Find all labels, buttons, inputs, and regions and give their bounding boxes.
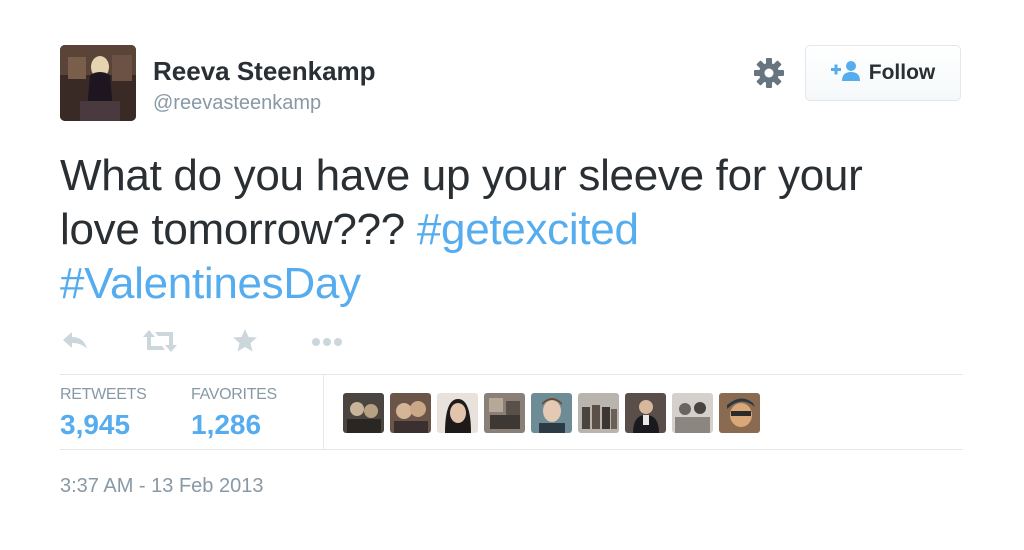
user-handle[interactable]: @reevasteenkamp [153,92,321,115]
tweet-text: What do you have up your sleeve for your… [60,149,960,311]
divider [60,449,963,450]
favoriter-avatar[interactable] [719,393,760,433]
favoriter-avatar[interactable] [484,393,525,433]
gear-icon[interactable] [752,56,786,90]
favorite-star-icon[interactable] [230,326,260,361]
favorites-count: 1,286 [191,409,262,440]
profile-avatar[interactable] [60,45,136,121]
favoriters-avatars [343,393,760,433]
favoriter-avatar[interactable] [625,393,666,433]
more-dots-icon[interactable] [310,326,344,361]
add-person-icon [830,60,861,87]
favoriter-avatar[interactable] [672,393,713,433]
favoriter-avatar[interactable] [390,393,431,433]
retweets-count: 3,945 [60,409,131,440]
hashtag-link[interactable]: #ValentinesDay [60,259,361,308]
favoriter-avatar[interactable] [531,393,572,433]
follow-button[interactable]: Follow [805,45,961,101]
favorites-label: FAVORITES [191,386,277,403]
tweet-text-line-1: What do you have up your sleeve for your [60,151,863,200]
retweet-icon[interactable] [142,326,178,361]
favoriter-avatar[interactable] [437,393,478,433]
display-name[interactable]: Reeva Steenkamp [153,56,376,87]
hashtag-link[interactable]: #getexcited [417,205,639,254]
reply-icon[interactable] [60,326,90,361]
retweets-stat[interactable]: RETWEETS 3,945 [60,386,147,441]
tweet-timestamp[interactable]: 3:37 AM - 13 Feb 2013 [60,475,263,498]
follow-button-label: Follow [868,61,936,84]
favoriter-avatar[interactable] [343,393,384,433]
favorites-stat[interactable]: FAVORITES 1,286 [191,386,277,441]
favoriter-avatar[interactable] [578,393,619,433]
tweet-text-line-2: love tomorrow??? [60,205,417,254]
divider [60,374,963,375]
retweets-label: RETWEETS [60,386,147,403]
stats-separator [323,375,324,449]
